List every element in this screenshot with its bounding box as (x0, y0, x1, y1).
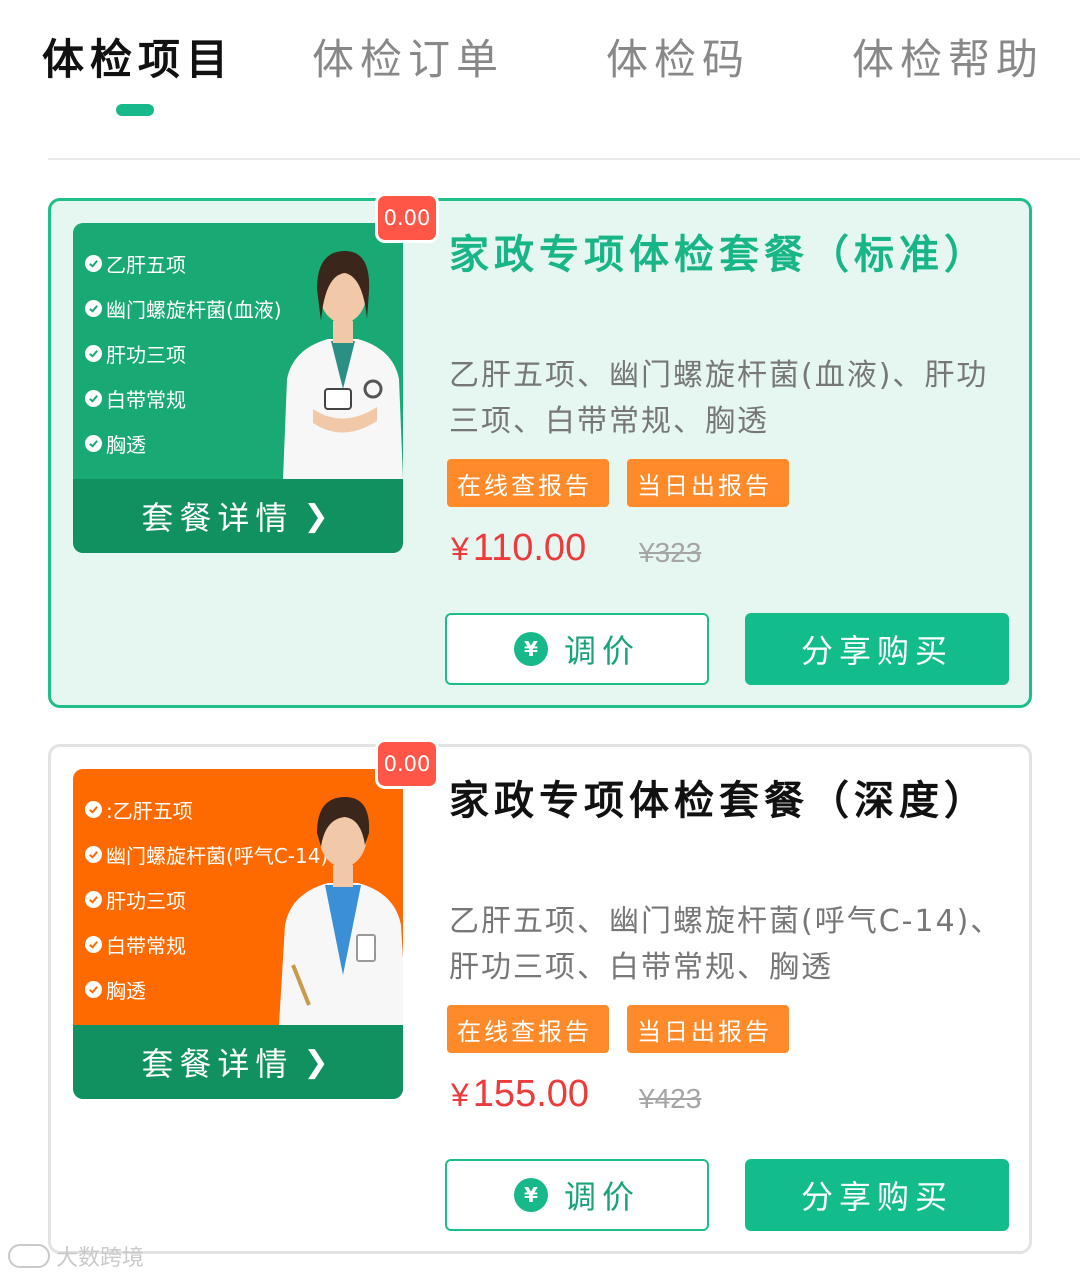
check-icon (85, 801, 102, 818)
thumbnail-item: 胸透 (85, 421, 282, 466)
check-icon (85, 435, 102, 452)
thumbnail-item: 肝功三项 (85, 331, 282, 376)
chevron-right-icon: ❯ (303, 1044, 335, 1080)
thumbnail-item: 白带常规 (85, 376, 282, 421)
package-title: 家政专项体检套餐（深度） (449, 778, 989, 824)
tag-same-day-report: 当日出报告 (627, 459, 789, 507)
price: ¥155.00 (451, 1073, 590, 1115)
package-title: 家政专项体检套餐（标准） (449, 232, 989, 278)
tab-health-check-items[interactable]: 体检项目 (42, 26, 234, 87)
tabs-divider (48, 158, 1080, 160)
badge: 0.00 (375, 739, 439, 789)
package-card-deep: :乙肝五项 幽门螺旋杆菌(呼气C-14) 肝功三项 白带常规 胸透 套餐详情 ❯ … (48, 739, 1032, 1254)
doctor-illustration (279, 797, 403, 1025)
tag-online-report: 在线查报告 (447, 1005, 609, 1053)
check-icon (85, 846, 102, 863)
check-icon (85, 255, 102, 272)
share-buy-button[interactable]: 分享购买 (745, 1159, 1009, 1231)
original-price: ¥323 (639, 537, 702, 568)
badge: 0.00 (375, 193, 439, 243)
thumbnail-banner: :乙肝五项 幽门螺旋杆菌(呼气C-14) 肝功三项 白带常规 胸透 (73, 769, 403, 1025)
thumbnail-item: 乙肝五项 (85, 241, 282, 286)
tab-health-check-orders[interactable]: 体检订单 (312, 26, 504, 87)
watermark-logo-icon (8, 1244, 50, 1268)
share-buy-button[interactable]: 分享购买 (745, 613, 1009, 685)
package-description: 乙肝五项、幽门螺旋杆菌(呼气C-14)、肝功三项、白带常规、胸透 (449, 904, 1003, 985)
tag-online-report: 在线查报告 (447, 459, 609, 507)
yen-icon: ¥ (513, 1178, 548, 1212)
check-icon (85, 936, 102, 953)
package-details-button[interactable]: 套餐详情 ❯ (73, 479, 403, 553)
price: ¥110.00 (451, 527, 587, 569)
chevron-right-icon: ❯ (303, 498, 335, 534)
check-icon (85, 891, 102, 908)
tab-health-check-code[interactable]: 体检码 (606, 26, 750, 87)
active-tab-indicator (116, 104, 154, 116)
package-thumbnail[interactable]: :乙肝五项 幽门螺旋杆菌(呼气C-14) 肝功三项 白带常规 胸透 套餐详情 ❯ (73, 769, 403, 1099)
doctor-illustration (283, 251, 403, 479)
thumbnail-item-list: 乙肝五项 幽门螺旋杆菌(血液) 肝功三项 白带常规 胸透 (85, 241, 282, 466)
tag-same-day-report: 当日出报告 (627, 1005, 789, 1053)
check-icon (85, 981, 102, 998)
yen-icon: ¥ (513, 632, 548, 666)
package-description: 乙肝五项、幽门螺旋杆菌(血液)、肝功三项、白带常规、胸透 (449, 358, 989, 439)
tab-health-check-help[interactable]: 体检帮助 (852, 26, 1044, 87)
check-icon (85, 345, 102, 362)
check-icon (85, 390, 102, 407)
adjust-price-button[interactable]: ¥ 调价 (445, 1159, 709, 1231)
original-price: ¥423 (639, 1083, 702, 1114)
package-card-standard: 乙肝五项 幽门螺旋杆菌(血液) 肝功三项 白带常规 胸透 套餐详情 ❯ 0.00 … (48, 193, 1032, 708)
adjust-price-button[interactable]: ¥ 调价 (445, 613, 709, 685)
package-thumbnail[interactable]: 乙肝五项 幽门螺旋杆菌(血液) 肝功三项 白带常规 胸透 套餐详情 ❯ (73, 223, 403, 553)
thumbnail-item: 幽门螺旋杆菌(血液) (85, 286, 282, 331)
package-details-button[interactable]: 套餐详情 ❯ (73, 1025, 403, 1099)
tab-bar: 体检项目 体检订单 体检码 体检帮助 (0, 0, 1080, 160)
thumbnail-banner: 乙肝五项 幽门螺旋杆菌(血液) 肝功三项 白带常规 胸透 (73, 223, 403, 479)
check-icon (85, 300, 102, 317)
watermark: 大数跨境 (8, 1240, 144, 1272)
